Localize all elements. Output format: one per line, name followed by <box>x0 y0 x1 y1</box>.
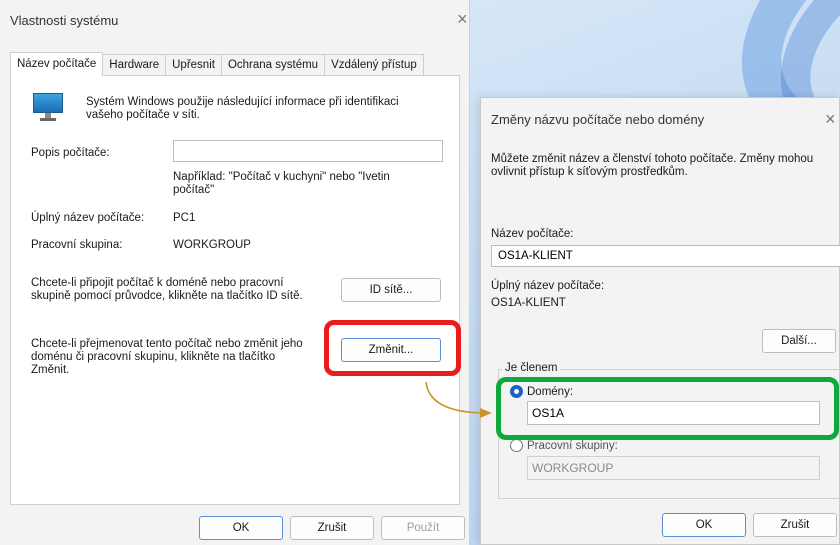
title-bar: Vlastnosti systému × <box>0 0 469 44</box>
dialog-title: Vlastnosti systému <box>10 13 119 28</box>
change-button-highlight <box>324 320 461 376</box>
workgroup-label: Pracovní skupiny: <box>527 440 618 452</box>
member-of-label: Je členem <box>502 362 561 374</box>
computer-name-input[interactable] <box>491 245 840 267</box>
more-button[interactable]: Další... <box>762 329 836 353</box>
workgroup-value: WORKGROUP <box>173 239 251 251</box>
tab-hardware[interactable]: Hardware <box>102 54 167 76</box>
intro-text: Systém Windows použije následující infor… <box>86 96 399 121</box>
computer-icon <box>33 93 63 123</box>
workgroup-label: Pracovní skupina: <box>31 239 123 251</box>
ok-button[interactable]: OK <box>199 516 283 540</box>
tab-strip: Název počítače Hardware Upřesnit Ochrana… <box>10 52 424 76</box>
rename-text: Chcete-li přejmenovat tento počítač nebo… <box>31 338 303 376</box>
intro-text: Můžete změnit název a členství tohoto po… <box>491 153 814 178</box>
full-name-value: OS1A-KLIENT <box>491 297 566 309</box>
full-name-value: PC1 <box>173 212 196 224</box>
network-id-text: Chcete-li připojit počítač k doméně nebo… <box>31 277 303 302</box>
full-name-label: Úplný název počítače: <box>491 280 605 292</box>
tab-system-protection[interactable]: Ochrana systému <box>220 54 326 76</box>
computer-name-panel: Systém Windows použije následující infor… <box>10 75 460 505</box>
apply-button[interactable]: Použít <box>381 516 465 540</box>
tab-computer-name[interactable]: Název počítače <box>10 52 104 76</box>
dialog-title: Změny názvu počítače nebo domény <box>491 112 705 127</box>
dialog-footer: OK Zrušit Použít <box>0 506 470 545</box>
computer-name-label: Název počítače: <box>491 228 574 240</box>
close-icon[interactable]: × <box>825 110 836 128</box>
workgroup-input[interactable] <box>527 456 820 480</box>
description-label: Popis počítače: <box>31 147 110 159</box>
ok-button[interactable]: OK <box>662 513 746 537</box>
workgroup-radio[interactable] <box>510 439 523 452</box>
domain-highlight <box>496 377 839 440</box>
tab-remote[interactable]: Vzdálený přístup <box>324 54 424 76</box>
arrow-icon <box>425 381 492 418</box>
cancel-button[interactable]: Zrušit <box>290 516 374 540</box>
name-changes-dialog: Změny názvu počítače nebo domény × Můžet… <box>480 97 840 545</box>
system-properties-dialog: Vlastnosti systému × Název počítače Hard… <box>0 0 470 545</box>
example-text: Například: "Počítač v kuchyni" nebo "Ive… <box>173 171 390 196</box>
tab-advanced[interactable]: Upřesnit <box>165 54 222 76</box>
full-name-label: Úplný název počítače: <box>31 212 145 224</box>
cancel-button[interactable]: Zrušit <box>753 513 837 537</box>
network-id-button[interactable]: ID sítě... <box>341 278 441 302</box>
close-icon[interactable]: × <box>457 10 468 28</box>
computer-description-input[interactable] <box>173 140 443 162</box>
